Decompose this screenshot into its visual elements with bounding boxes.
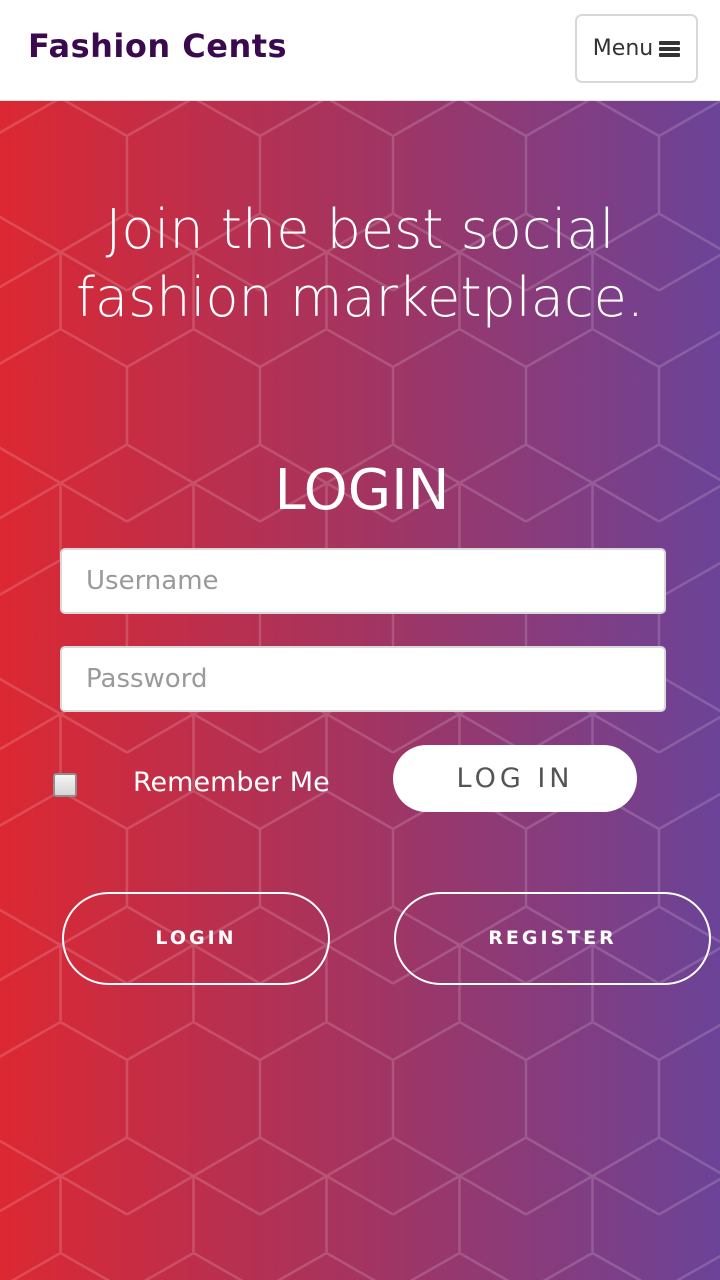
brand-logo-text[interactable]: Fashion Cents (28, 24, 287, 68)
bars-icon (659, 40, 681, 57)
hero-headline: Join the best social fashion marketplace… (0, 196, 720, 332)
login-tab-button[interactable]: LOGIN (62, 892, 330, 985)
menu-button-label: Menu (592, 36, 654, 61)
log-in-button[interactable]: LOG IN (393, 745, 637, 812)
menu-button[interactable]: Menu (575, 14, 698, 83)
top-navbar: Fashion Cents Menu (0, 0, 720, 101)
hero-headline-line-2: fashion marketplace. (76, 266, 644, 329)
username-input[interactable] (60, 548, 666, 614)
remember-me-label[interactable]: Remember Me (133, 764, 330, 802)
password-input[interactable] (60, 646, 666, 712)
hero-headline-line-1: Join the best social (105, 198, 615, 261)
remember-me-checkbox[interactable] (53, 773, 77, 797)
hero-section: Join the best social fashion marketplace… (0, 101, 720, 1280)
register-tab-button[interactable]: REGISTER (394, 892, 711, 985)
login-title: LOGIN (274, 458, 450, 523)
